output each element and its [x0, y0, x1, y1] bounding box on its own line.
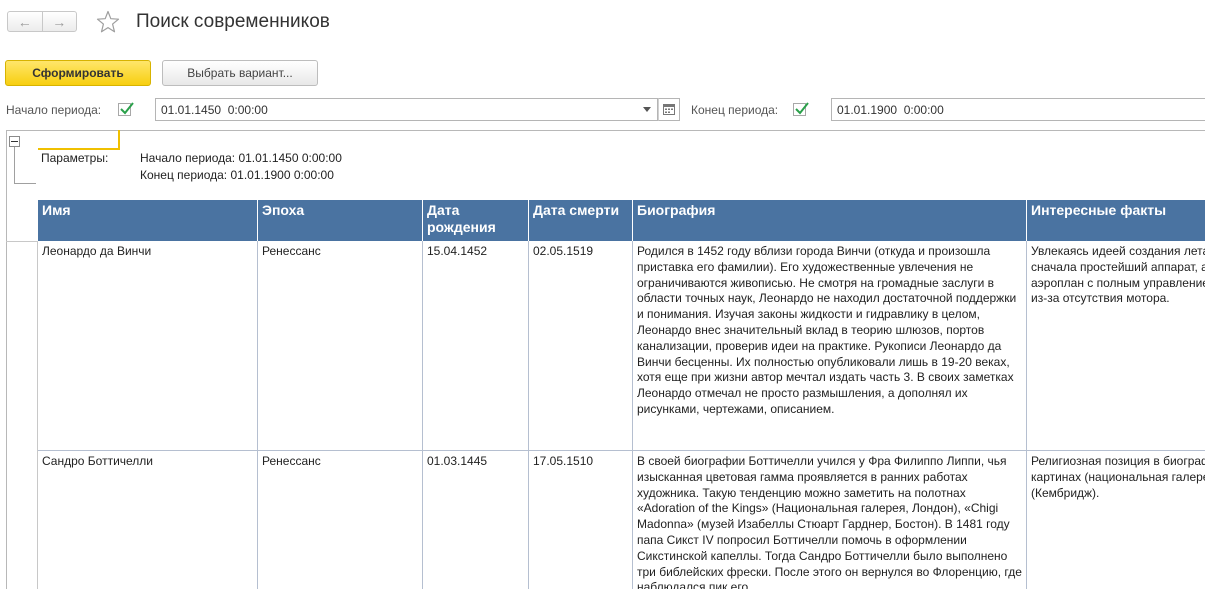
tree-guide-line	[14, 147, 15, 183]
end-period-checkbox[interactable]	[793, 102, 809, 116]
gutter-divider	[6, 241, 38, 242]
select-variant-button[interactable]: Выбрать вариант...	[162, 60, 318, 86]
generate-report-button[interactable]: Сформировать	[5, 60, 151, 86]
cell-facts-text: Увлекаясь идеей создания летательного ап…	[1031, 244, 1205, 306]
column-header-death-date[interactable]: Дата смерти	[529, 200, 633, 241]
cell-birth-date[interactable]: 01.03.1445	[423, 451, 529, 589]
parameter-start: Начало периода: 01.01.1450 0:00:00	[140, 151, 342, 165]
parameters-label: Параметры:	[41, 151, 109, 165]
cell-epoch[interactable]: Ренессанс	[258, 241, 423, 451]
cell-name[interactable]: Сандро Боттичелли	[38, 451, 258, 589]
cell-death-date[interactable]: 17.05.1510	[529, 451, 633, 589]
forward-button[interactable]: →	[41, 12, 77, 31]
cell-death-date[interactable]: 02.05.1519	[529, 241, 633, 451]
column-header-name[interactable]: Имя	[38, 200, 258, 241]
start-period-dropdown-button[interactable]	[637, 98, 658, 121]
checkmark-icon	[120, 102, 134, 115]
column-header-epoch[interactable]: Эпоха	[258, 200, 423, 241]
active-cell-frame[interactable]	[38, 130, 120, 150]
tree-guide-line	[14, 183, 36, 184]
end-period-input[interactable]: 01.01.1900 0:00:00	[831, 98, 1205, 121]
cell-facts[interactable]: Религиозная позиция в биографии отразила…	[1027, 451, 1205, 589]
start-period-checkbox[interactable]	[118, 102, 134, 116]
cell-facts[interactable]: Увлекаясь идеей создания летательного ап…	[1027, 241, 1205, 451]
parameter-end: Конец периода: 01.01.1900 0:00:00	[140, 168, 334, 182]
column-header-facts[interactable]: Интересные факты	[1027, 200, 1205, 241]
cell-epoch[interactable]: Ренессанс	[258, 451, 423, 589]
arrow-left-icon: ←	[17, 13, 32, 30]
star-outline-icon[interactable]	[96, 10, 120, 34]
minus-icon	[11, 141, 18, 142]
page-title: Поиск современников	[136, 11, 330, 32]
cell-biography[interactable]: В своей биографии Боттичелли учился у Фр…	[633, 451, 1027, 589]
arrow-right-icon: →	[52, 13, 67, 30]
chevron-down-icon	[643, 107, 651, 112]
cell-biography[interactable]: Родился в 1452 году вблизи города Винчи …	[633, 241, 1027, 451]
row-gutter	[6, 242, 38, 589]
start-period-input[interactable]: 01.01.1450 0:00:00	[155, 98, 638, 121]
column-header-biography[interactable]: Биография	[633, 200, 1027, 241]
collapse-group-toggle[interactable]	[9, 136, 20, 147]
start-period-label: Начало периода:	[6, 103, 102, 117]
navigation-buttons: ← →	[7, 11, 77, 32]
checkmark-icon	[795, 102, 809, 115]
calendar-icon	[663, 104, 675, 115]
back-button[interactable]: ←	[8, 12, 42, 31]
cell-facts-text: Религиозная позиция в биографии отразила…	[1031, 454, 1205, 500]
cell-name[interactable]: Леонардо да Винчи	[38, 241, 258, 451]
cell-birth-date[interactable]: 15.04.1452	[423, 241, 529, 451]
start-period-calendar-button[interactable]	[658, 98, 680, 121]
column-header-birth-date[interactable]: Дата рождения	[423, 200, 529, 241]
end-period-label: Конец периода:	[691, 103, 779, 117]
